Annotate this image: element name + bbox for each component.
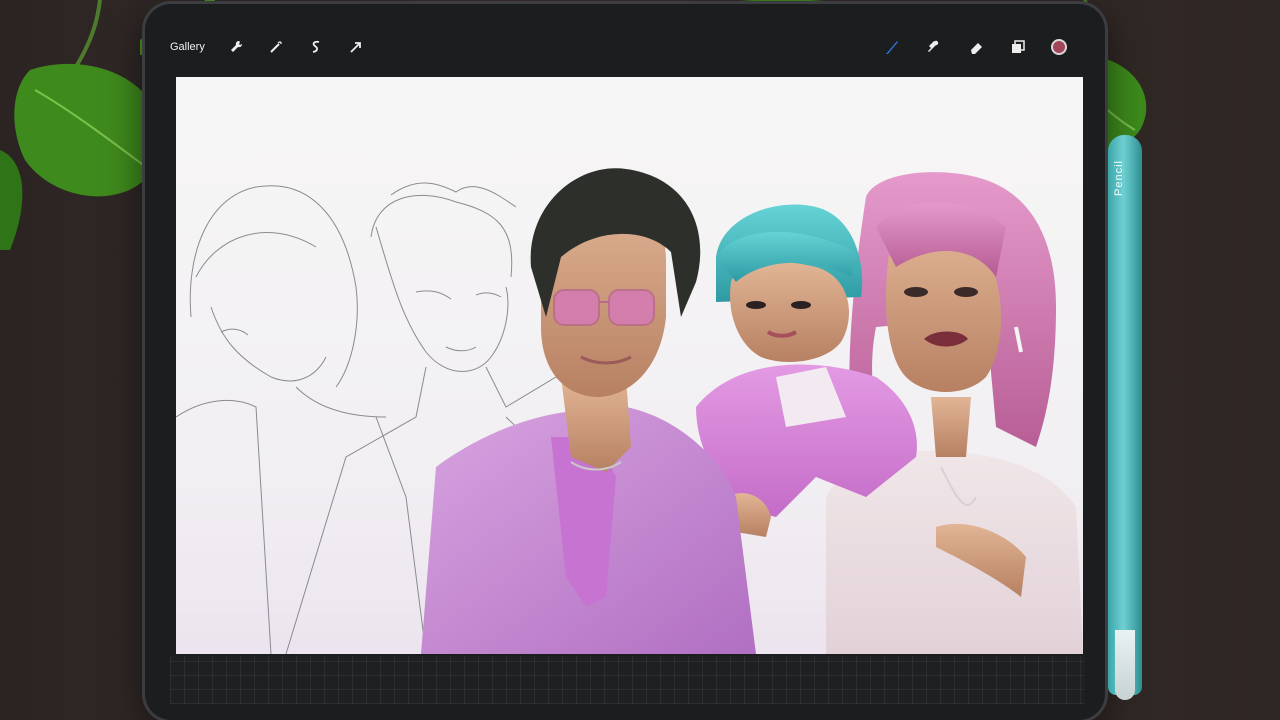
- gallery-button[interactable]: Gallery: [170, 41, 205, 53]
- brush-icon[interactable]: [883, 38, 901, 56]
- sketch-figure-left: [176, 185, 387, 654]
- magic-wand-icon[interactable]: [267, 38, 285, 56]
- apple-pencil-tip: [1115, 630, 1135, 700]
- drawing-canvas[interactable]: [176, 77, 1083, 654]
- selection-icon[interactable]: [307, 38, 325, 56]
- color-picker-swatch[interactable]: [1051, 39, 1067, 55]
- eraser-icon[interactable]: [967, 38, 985, 56]
- artwork-illustration: [176, 168, 1083, 654]
- wrench-icon[interactable]: [227, 38, 245, 56]
- smudge-icon[interactable]: [925, 38, 943, 56]
- apple-pencil-label: Pencil: [1113, 160, 1125, 196]
- transform-arrow-icon[interactable]: [347, 38, 365, 56]
- apple-pencil: [1108, 135, 1142, 695]
- canvas-grid-background: [170, 656, 1085, 704]
- layers-icon[interactable]: [1009, 38, 1027, 56]
- procreate-toolbar: Gallery: [170, 28, 1075, 66]
